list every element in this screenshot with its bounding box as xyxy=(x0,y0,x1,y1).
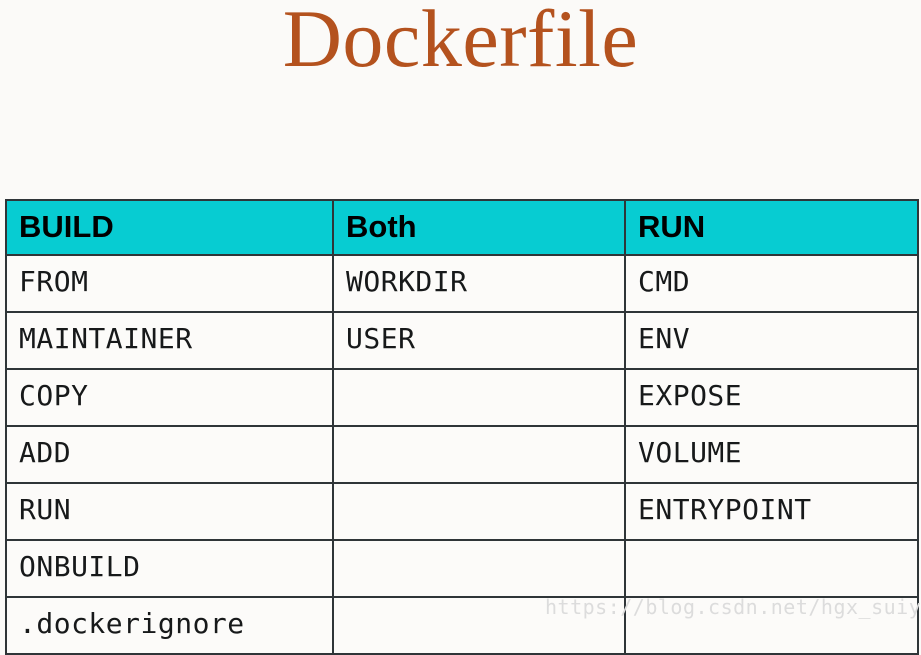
cell-both xyxy=(332,425,626,484)
table-row: COPY EXPOSE xyxy=(5,368,919,427)
cell-build: MAINTAINER xyxy=(5,311,334,370)
cell-build: RUN xyxy=(5,482,334,541)
cell-both: WORKDIR xyxy=(332,254,626,313)
cell-run xyxy=(624,596,919,655)
cell-build: .dockerignore xyxy=(5,596,334,655)
cell-build: FROM xyxy=(5,254,334,313)
table-body: FROM WORKDIR CMD MAINTAINER USER ENV COP… xyxy=(5,254,919,655)
cell-run: ENTRYPOINT xyxy=(624,482,919,541)
cell-both xyxy=(332,482,626,541)
table-row: MAINTAINER USER ENV xyxy=(5,311,919,370)
cell-run: ENV xyxy=(624,311,919,370)
table-row: .dockerignore xyxy=(5,596,919,655)
table-row: RUN ENTRYPOINT xyxy=(5,482,919,541)
cell-both xyxy=(332,596,626,655)
cell-both xyxy=(332,368,626,427)
dockerfile-instructions-table: BUILD Both RUN FROM WORKDIR CMD MAINTAIN… xyxy=(5,199,919,655)
column-header-build: BUILD xyxy=(5,199,334,256)
cell-run: EXPOSE xyxy=(624,368,919,427)
column-header-run: RUN xyxy=(624,199,919,256)
cell-run: CMD xyxy=(624,254,919,313)
cell-build: COPY xyxy=(5,368,334,427)
cell-both xyxy=(332,539,626,598)
slide-canvas: Dockerfile BUILD Both RUN FROM WORKDIR C… xyxy=(0,0,921,655)
table-row: ONBUILD xyxy=(5,539,919,598)
column-header-both: Both xyxy=(332,199,626,256)
page-title: Dockerfile xyxy=(282,0,639,84)
cell-run: VOLUME xyxy=(624,425,919,484)
cell-run xyxy=(624,539,919,598)
table-row: ADD VOLUME xyxy=(5,425,919,484)
table-header: BUILD Both RUN xyxy=(5,199,919,256)
table-header-row: BUILD Both RUN xyxy=(5,199,919,256)
cell-build: ADD xyxy=(5,425,334,484)
cell-both: USER xyxy=(332,311,626,370)
cell-build: ONBUILD xyxy=(5,539,334,598)
table-row: FROM WORKDIR CMD xyxy=(5,254,919,313)
